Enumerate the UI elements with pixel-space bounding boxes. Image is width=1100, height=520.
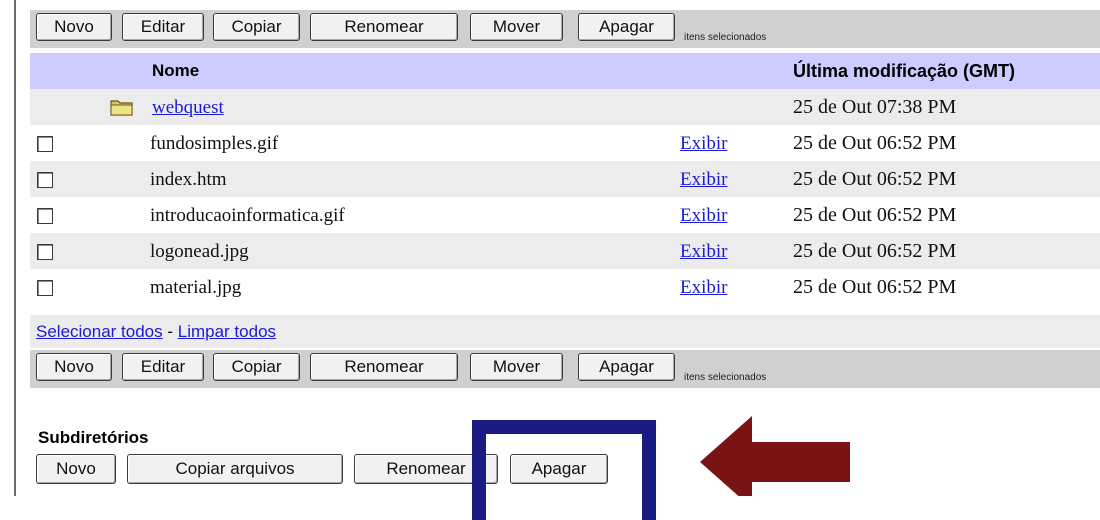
- move-button[interactable]: Mover: [470, 13, 563, 41]
- clear-all-link[interactable]: Limpar todos: [178, 322, 276, 341]
- copy-files-button[interactable]: Copiar arquivos: [127, 454, 343, 484]
- new-subdir-button[interactable]: Novo: [36, 454, 116, 484]
- file-row: logonead.jpg Exibir 25 de Out 06:52 PM: [30, 233, 1100, 269]
- file-row: fundosimples.gif Exibir 25 de Out 06:52 …: [30, 125, 1100, 161]
- arrow-left-icon: [700, 416, 850, 496]
- highlight-box: [472, 420, 656, 520]
- move-button[interactable]: Mover: [470, 353, 563, 381]
- file-name: fundosimples.gif: [150, 133, 279, 154]
- view-link[interactable]: Exibir: [680, 205, 728, 227]
- file-checkbox[interactable]: [37, 136, 53, 152]
- view-link[interactable]: Exibir: [680, 241, 728, 263]
- view-link[interactable]: Exibir: [680, 277, 728, 299]
- file-modified-date: 25 de Out 06:52 PM: [793, 168, 957, 190]
- file-name: material.jpg: [150, 277, 242, 298]
- view-link[interactable]: Exibir: [680, 133, 728, 155]
- file-checkbox[interactable]: [37, 280, 53, 296]
- folder-modified-date: 25 de Out 07:38 PM: [793, 96, 957, 118]
- delete-button[interactable]: Apagar: [578, 13, 675, 41]
- folder-row: webquest 25 de Out 07:38 PM: [30, 89, 1100, 125]
- view-link[interactable]: Exibir: [680, 169, 728, 191]
- file-checkbox[interactable]: [37, 208, 53, 224]
- file-toolbar-bottom: Novo Editar Copiar Renomear Mover Apagar…: [30, 350, 1100, 388]
- rename-button[interactable]: Renomear: [310, 353, 458, 381]
- column-header-modified[interactable]: Última modificação (GMT): [793, 61, 1015, 82]
- file-name: introducaoinformatica.gif: [150, 205, 345, 226]
- selection-links-row: Selecionar todos - Limpar todos: [30, 315, 1100, 348]
- select-all-link[interactable]: Selecionar todos: [36, 322, 163, 341]
- selected-items-label: itens selecionados: [684, 372, 767, 383]
- new-button[interactable]: Novo: [36, 353, 112, 381]
- file-row: introducaoinformatica.gif Exibir 25 de O…: [30, 197, 1100, 233]
- table-header: Nome Última modificação (GMT): [30, 53, 1100, 89]
- file-modified-date: 25 de Out 06:52 PM: [793, 204, 957, 226]
- folder-icon: [110, 100, 133, 116]
- file-modified-date: 25 de Out 06:52 PM: [793, 276, 957, 298]
- file-row: material.jpg Exibir 25 de Out 06:52 PM: [30, 269, 1100, 305]
- delete-button[interactable]: Apagar: [578, 353, 675, 381]
- subdirectories-title: Subdiretórios: [38, 428, 149, 447]
- file-toolbar-top: Novo Editar Copiar Renomear Mover Apagar…: [30, 10, 1100, 48]
- file-modified-date: 25 de Out 06:52 PM: [793, 132, 957, 154]
- selection-separator: -: [162, 322, 178, 341]
- file-name: index.htm: [150, 169, 227, 190]
- file-checkbox[interactable]: [37, 244, 53, 260]
- copy-button[interactable]: Copiar: [213, 353, 300, 381]
- column-header-name[interactable]: Nome: [152, 61, 199, 81]
- edit-button[interactable]: Editar: [122, 13, 204, 41]
- selected-items-label: itens selecionados: [684, 32, 767, 43]
- left-border-line: [14, 0, 16, 496]
- rename-button[interactable]: Renomear: [310, 13, 458, 41]
- copy-button[interactable]: Copiar: [213, 13, 300, 41]
- file-modified-date: 25 de Out 06:52 PM: [793, 240, 957, 262]
- file-name: logonead.jpg: [150, 241, 249, 262]
- folder-link-webquest[interactable]: webquest: [152, 97, 224, 119]
- file-row: index.htm Exibir 25 de Out 06:52 PM: [30, 161, 1100, 197]
- file-checkbox[interactable]: [37, 172, 53, 188]
- edit-button[interactable]: Editar: [122, 353, 204, 381]
- new-button[interactable]: Novo: [36, 13, 112, 41]
